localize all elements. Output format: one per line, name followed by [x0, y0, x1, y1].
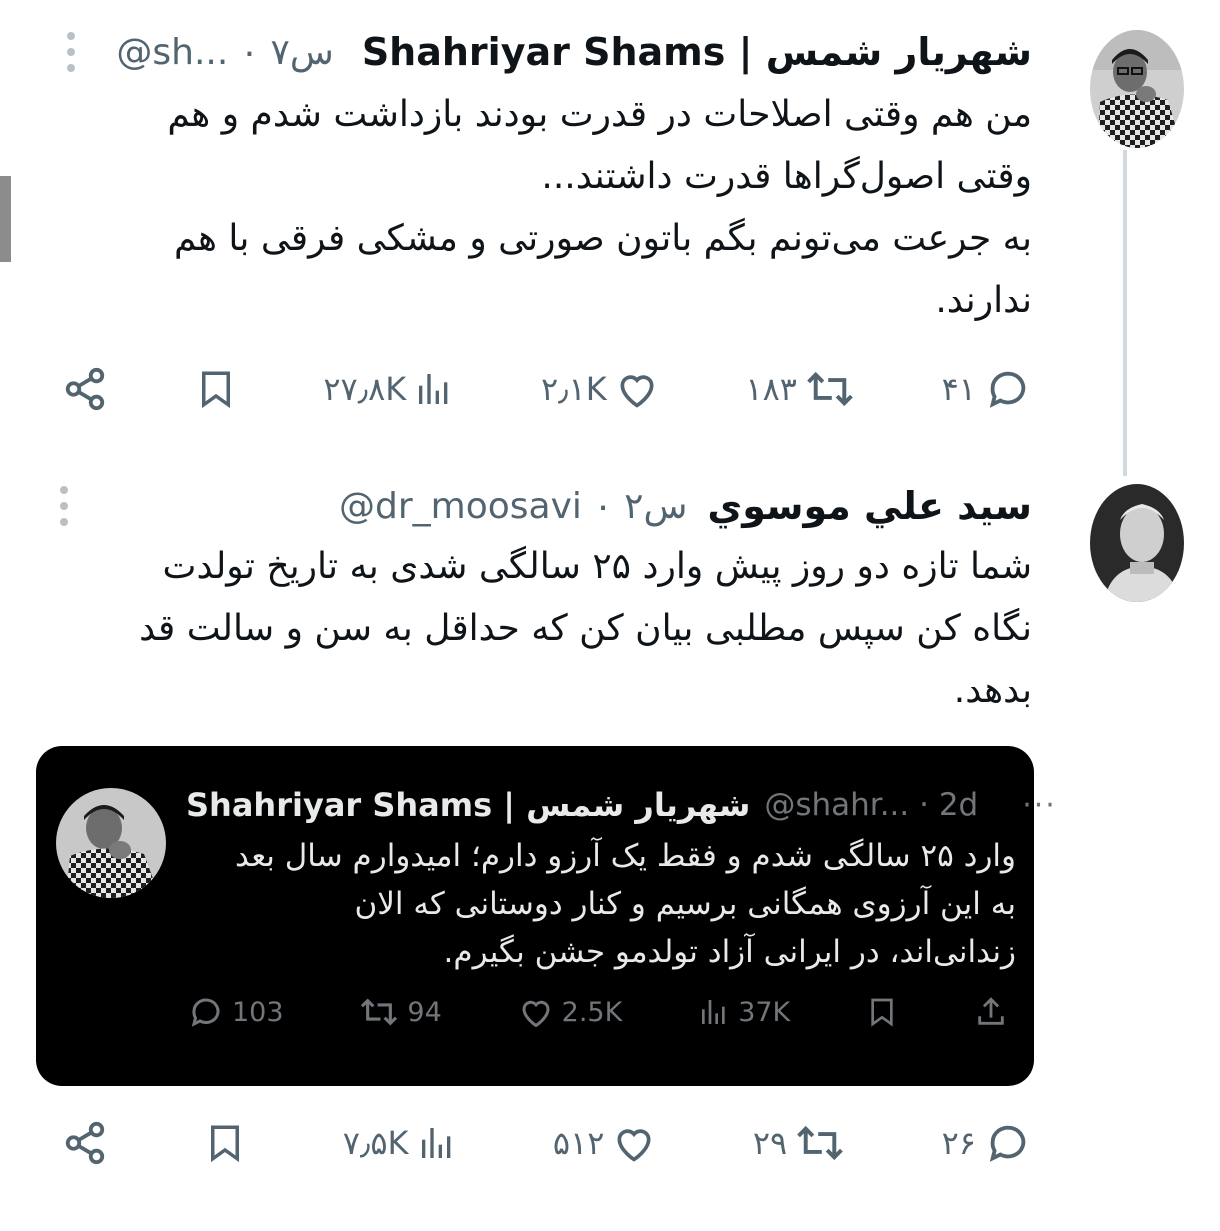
tweet2-retweets-count: ۲۹ [752, 1124, 788, 1162]
bookmark-button[interactable] [204, 1120, 246, 1166]
reply-icon [989, 1125, 1026, 1162]
reply-button[interactable]: ۴۱ [942, 366, 1032, 412]
tweet1-action-bar: ۲۷٫۸K ۲٫۱K ۱۸۳ ۴۱ [62, 366, 1032, 412]
retweet-icon [797, 1125, 844, 1161]
quote-more-icon[interactable]: ··· [1022, 788, 1057, 823]
retweet-icon [361, 998, 398, 1026]
like-button[interactable]: ۲٫۱K [541, 367, 659, 411]
quote-views-button[interactable]: 37K [698, 995, 790, 1029]
share-icon [65, 367, 105, 411]
scrollbar-thumb[interactable] [0, 176, 11, 262]
bookmark-icon [211, 1125, 240, 1163]
tweet1-text: من هم وقتی اصلاحات در قدرت بودند بازداشت… [167, 94, 1032, 321]
tweet2-text: شما تازه دو روز پیش وارد ۲۵ سالگی شدی به… [139, 546, 1032, 711]
quote-retweet-button[interactable]: 94 [359, 995, 442, 1029]
like-icon [620, 375, 654, 408]
retweet-button[interactable]: ۲۹ [753, 1121, 845, 1165]
upload-share-icon [978, 997, 1004, 1025]
quote-share-button[interactable] [974, 994, 1008, 1030]
views-icon [421, 1128, 450, 1158]
views-icon [419, 374, 448, 404]
bookmark-icon [201, 371, 230, 409]
tweet1-handle-time[interactable]: @sh... ۰ ۷س [116, 32, 333, 73]
share-button[interactable] [62, 1120, 108, 1166]
bookmark-icon [871, 998, 893, 1027]
quote-reply-button[interactable]: 103 [188, 994, 284, 1030]
tweet2-display-name[interactable]: سيد علي موسوي [707, 484, 1032, 528]
share-button[interactable] [62, 366, 108, 412]
views-button[interactable]: ۲۷٫۸K [323, 367, 454, 411]
tweet2-action-bar: ۷٫۵K ۵۱۲ ۲۹ ۲۶ [62, 1120, 1032, 1166]
like-icon [617, 1129, 651, 1162]
avatar-moosavi[interactable] [1090, 484, 1184, 602]
retweet-button[interactable]: ۱۸۳ [745, 367, 855, 411]
tweet2-likes-count: ۵۱۲ [552, 1124, 605, 1162]
tweet1-replies-count: ۴۱ [941, 370, 976, 408]
more-options-icon[interactable] [66, 32, 76, 72]
like-button[interactable]: ۵۱۲ [553, 1121, 657, 1165]
avatar-shahriyar[interactable] [1090, 30, 1184, 148]
thread-connector-line [1123, 150, 1127, 476]
views-button[interactable]: ۷٫۵K [343, 1121, 457, 1165]
reply-icon [989, 371, 1026, 408]
tweet1-likes-count: ۲٫۱K [540, 370, 607, 408]
quote-like-button[interactable]: 2.5K [518, 994, 623, 1030]
bookmark-button[interactable] [195, 366, 237, 412]
tweet1-header: @sh... ۰ ۷س Shahriyar Shams | شهریار شمس [66, 30, 1032, 74]
share-icon [65, 1121, 105, 1165]
quote-header: Shahriyar Shams | شهریار شمس @shahr... ·… [186, 786, 1057, 824]
quote-action-bar: 103 94 2.5K 37K [188, 994, 1008, 1030]
quoted-tweet-card[interactable]: Shahriyar Shams | شهریار شمس @shahr... ·… [36, 746, 1055, 1086]
avatar-image [56, 788, 166, 898]
tweet1-views-count: ۲۷٫۸K [323, 370, 407, 408]
tweet2-handle-time[interactable]: @dr_moosavi ۰ ۲س [339, 486, 687, 527]
tweet2-header: @dr_moosavi ۰ ۲س سيد علي موسوي [59, 484, 1032, 528]
quote-text: وارد ۲۵ سالگی شدم و فقط یک آرزو دارم؛ ام… [235, 838, 1016, 970]
quote-retweets-count: 94 [407, 996, 442, 1028]
quote-views-count: 37K [738, 996, 791, 1028]
tweet1-display-name[interactable]: Shahriyar Shams | شهریار شمس [362, 30, 1032, 74]
retweet-icon [807, 371, 853, 407]
avatar-image [1090, 30, 1184, 148]
like-icon [522, 1000, 550, 1028]
tweet2-views-count: ۷٫۵K [342, 1124, 409, 1162]
quote-replies-count: 103 [232, 996, 284, 1028]
quote-bookmark-button[interactable] [866, 994, 898, 1030]
tweet2-replies-count: ۲۶ [941, 1124, 976, 1162]
reply-button[interactable]: ۲۶ [942, 1120, 1032, 1166]
avatar-image [1090, 484, 1184, 602]
reply-icon [191, 998, 220, 1027]
views-icon [702, 1000, 725, 1024]
more-options-icon[interactable] [59, 486, 69, 526]
quote-avatar[interactable] [56, 788, 166, 898]
quote-handle-time[interactable]: @shahr... · 2d [764, 787, 978, 823]
quote-likes-count: 2.5K [561, 996, 623, 1028]
tweet1-retweets-count: ۱۸۳ [745, 370, 797, 408]
quote-display-name[interactable]: Shahriyar Shams | شهریار شمس [186, 786, 750, 824]
